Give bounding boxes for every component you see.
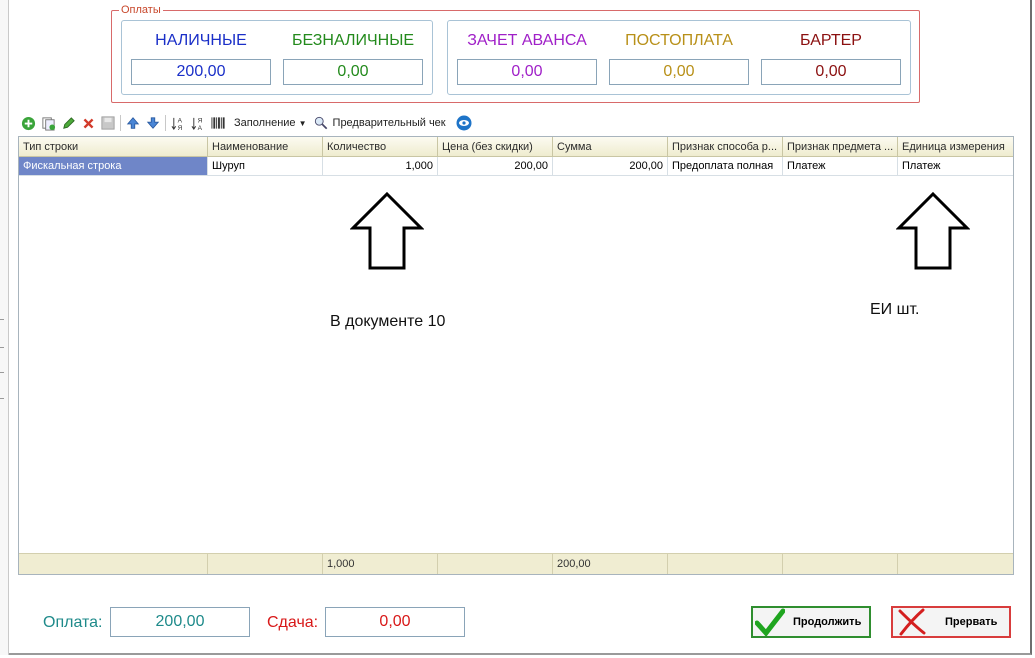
change-field[interactable]: 0,00	[325, 607, 465, 637]
postpay-label: ПОСТОПЛАТА	[625, 32, 733, 49]
footer-cell-row-type	[19, 553, 208, 574]
payment-label: Оплата:	[43, 614, 103, 631]
cash-field[interactable]: 200,00	[131, 59, 271, 85]
edge-marker	[0, 398, 4, 399]
cashless-field[interactable]: 0,00	[283, 59, 423, 85]
cashless-label: БЕЗНАЛИЧНЫЕ	[291, 32, 415, 49]
fill-menu-button[interactable]: Заполнение ▼	[234, 117, 307, 129]
add-row-icon[interactable]	[20, 115, 36, 131]
toolbar: АЯ ЯА Заполнение ▼ Предварительный чек	[20, 114, 472, 132]
sort-ascending-icon[interactable]: АЯ	[170, 115, 186, 131]
edge-marker	[0, 319, 4, 320]
column-header-price[interactable]: Цена (без скидки)	[438, 137, 553, 157]
left-panel-edge	[0, 0, 9, 655]
payment-field[interactable]: 200,00	[110, 607, 250, 637]
abort-button[interactable]: Прервать	[891, 606, 1011, 638]
eye-icon[interactable]	[456, 115, 472, 131]
copy-row-icon[interactable]	[40, 115, 56, 131]
column-header-row-type[interactable]: Тип строки	[19, 137, 208, 157]
footer-cell-subject	[783, 553, 898, 574]
footer-total-quantity: 1,000	[323, 553, 438, 574]
items-table[interactable]: Тип строки Наименование Количество Цена …	[18, 136, 1014, 575]
checkmark-icon	[755, 608, 785, 636]
toolbar-separator	[165, 115, 166, 131]
svg-text:Я: Я	[177, 125, 182, 131]
move-up-icon[interactable]	[125, 115, 141, 131]
continue-button[interactable]: Продолжить	[751, 606, 871, 638]
sort-descending-icon[interactable]: ЯА	[190, 115, 206, 131]
move-down-icon[interactable]	[145, 115, 161, 131]
edge-marker	[0, 372, 4, 373]
save-disabled-icon[interactable]	[100, 115, 116, 131]
footer-total-sum: 200,00	[553, 553, 668, 574]
column-header-name[interactable]: Наименование	[208, 137, 323, 157]
annotation-note-document: В документе 10	[330, 313, 446, 330]
cross-icon	[897, 608, 927, 636]
svg-text:А: А	[197, 125, 202, 131]
postpay-field[interactable]: 0,00	[609, 59, 749, 85]
advance-label: ЗАЧЕТ АВАНСА	[467, 32, 587, 49]
barcode-icon[interactable]	[210, 115, 226, 131]
column-header-subject[interactable]: Признак предмета ...	[783, 137, 898, 157]
dropdown-arrow-icon: ▼	[298, 119, 307, 128]
table-cell-subject[interactable]: Платеж	[783, 157, 898, 176]
footer-cell-price	[438, 553, 553, 574]
table-cell-row-type[interactable]: Фискальная строка	[19, 157, 208, 176]
svg-text:Я: Я	[197, 117, 202, 124]
fill-menu-label: Заполнение	[234, 117, 296, 129]
toolbar-separator	[120, 115, 121, 131]
edge-marker	[0, 347, 4, 348]
cash-label: НАЛИЧНЫЕ	[155, 32, 247, 49]
annotation-arrow-left	[350, 192, 424, 270]
table-cell-quantity[interactable]: 1,000	[323, 157, 438, 176]
column-header-quantity[interactable]: Количество	[323, 137, 438, 157]
barter-field[interactable]: 0,00	[761, 59, 901, 85]
column-header-sum[interactable]: Сумма	[553, 137, 668, 157]
footer-cell-name	[208, 553, 323, 574]
column-header-unit[interactable]: Единица измерения	[898, 137, 1013, 157]
change-label: Сдача:	[267, 614, 319, 631]
payments-legend: Оплаты	[119, 4, 163, 16]
table-cell-sum[interactable]: 200,00	[553, 157, 668, 176]
table-cell-name[interactable]: Шуруп	[208, 157, 323, 176]
preliminary-receipt-button[interactable]: Предварительный чек	[333, 117, 446, 129]
delete-row-icon[interactable]	[80, 115, 96, 131]
continue-button-label: Продолжить	[793, 616, 862, 628]
footer-cell-payment-method	[668, 553, 783, 574]
svg-text:А: А	[177, 117, 182, 124]
abort-button-label: Прервать	[945, 616, 998, 628]
barter-label: БАРТЕР	[800, 32, 862, 49]
table-cell-unit[interactable]: Платеж	[898, 157, 1013, 176]
table-cell-price[interactable]: 200,00	[438, 157, 553, 176]
advance-field[interactable]: 0,00	[457, 59, 597, 85]
annotation-arrow-right	[896, 192, 970, 270]
footer-cell-unit	[898, 553, 1013, 574]
magnifier-icon	[313, 115, 329, 131]
column-header-payment-method[interactable]: Признак способа р...	[668, 137, 783, 157]
annotation-note-unit: ЕИ шт.	[870, 301, 920, 318]
edit-pencil-icon[interactable]	[60, 115, 76, 131]
table-cell-payment-method[interactable]: Предоплата полная	[668, 157, 783, 176]
